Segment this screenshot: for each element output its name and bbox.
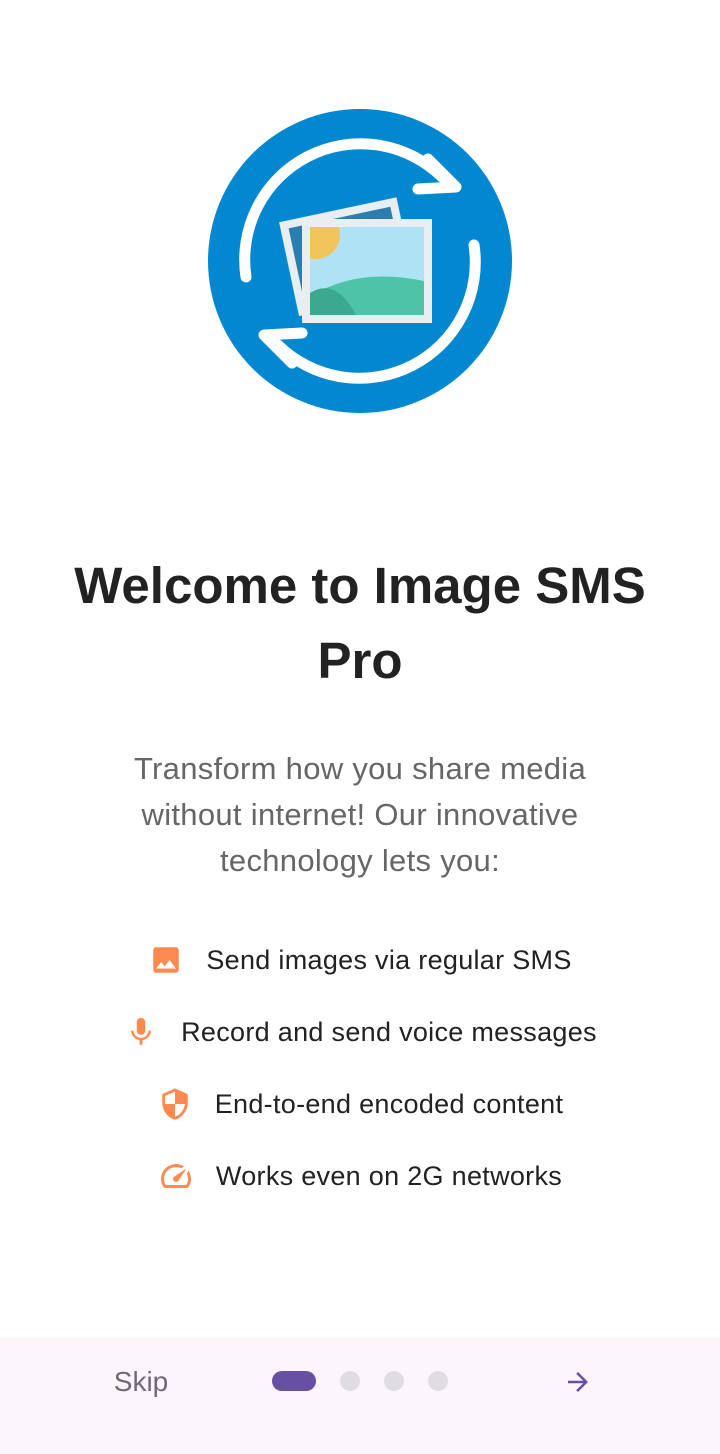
- page-indicator-dot-active: [272, 1371, 316, 1391]
- page-indicator-dot: [340, 1371, 360, 1391]
- page-indicator-dot: [428, 1371, 448, 1391]
- page-title: Welcome to Image SMS Pro: [74, 557, 646, 689]
- app-logo-icon: [208, 109, 512, 413]
- feature-label: Works even on 2G networks: [215, 1160, 563, 1191]
- list-item: Works even on 2G networks: [0, 1140, 720, 1212]
- onboarding-screen: Welcome to Image SMS Pro Transform how y…: [0, 0, 720, 1454]
- shield-icon: [157, 1086, 193, 1122]
- list-item: Record and send voice messages: [0, 996, 720, 1068]
- feature-label: Record and send voice messages: [181, 1016, 597, 1047]
- skip-button[interactable]: Skip: [100, 1360, 182, 1404]
- list-item: Send images via regular SMS: [0, 924, 720, 996]
- next-button[interactable]: [556, 1360, 600, 1404]
- list-item: End-to-end encoded content: [0, 1068, 720, 1140]
- feature-list: Send images via regular SMS Record and s…: [0, 924, 720, 1212]
- page-subtitle: Transform how you share media without in…: [133, 751, 587, 878]
- page-indicator: [272, 1371, 472, 1391]
- page-indicator-dot: [384, 1371, 404, 1391]
- image-icon: [148, 942, 184, 978]
- microphone-icon: [123, 1014, 159, 1050]
- feature-label: Send images via regular SMS: [206, 944, 572, 975]
- feature-label: End-to-end encoded content: [214, 1088, 564, 1119]
- bottom-navigation-bar: Skip: [0, 1338, 720, 1454]
- speedometer-icon: [158, 1158, 194, 1194]
- arrow-right-icon: [568, 1372, 588, 1392]
